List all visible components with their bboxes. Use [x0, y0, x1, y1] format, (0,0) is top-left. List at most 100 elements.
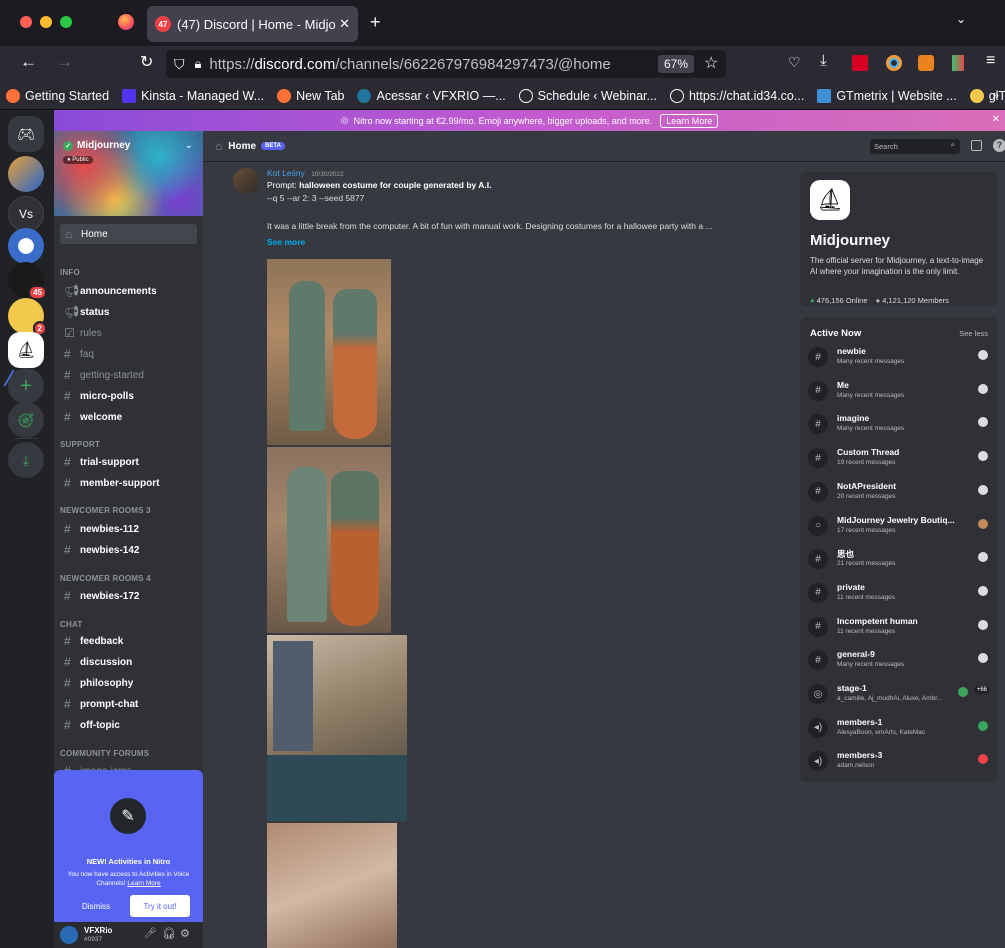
menu-hamburger-icon[interactable]: ≡	[986, 52, 995, 70]
category-newcomer-3[interactable]: NEWCOMER ROOMS 3	[60, 506, 151, 515]
channel-getting-started[interactable]: # getting-started	[54, 365, 203, 385]
channel-trial-support[interactable]: # trial-support	[54, 452, 203, 472]
bookmark-gltf-viewer[interactable]: glTF Viewer	[969, 88, 1005, 103]
bookmark-schedule[interactable]: Schedule ‹ Webinar...	[518, 88, 657, 103]
mute-microphone-icon[interactable]: 🎤︎	[144, 928, 157, 939]
channel-announcements[interactable]: 📢︎ announcements	[54, 281, 203, 301]
active-item[interactable]: ◎ stage-1 a_camille, Aj_mudhAi, Aluxe, Amb…	[808, 680, 990, 710]
chevron-down-icon[interactable]: ⌄	[185, 140, 193, 151]
channel-newbies-112[interactable]: # newbies-112	[54, 519, 203, 539]
category-community-forums[interactable]: COMMUNITY FORUMS	[60, 749, 149, 758]
channel-prompt-chat[interactable]: # prompt-chat	[54, 694, 203, 714]
add-server-button[interactable]: +	[8, 368, 44, 404]
bookmark-getting-started[interactable]: Getting Started	[6, 88, 109, 103]
pocket-icon[interactable]: ♡	[788, 54, 801, 71]
download-apps-button[interactable]: ⤓	[8, 442, 44, 478]
url-bar[interactable]: ⛉ 🔒︎ https://discord.com/channels/662267…	[166, 50, 726, 78]
server-icon-3[interactable]	[8, 228, 44, 264]
active-item[interactable]: # newbie Many recent messages	[808, 343, 990, 373]
search-input[interactable]: Search ⌕	[870, 139, 960, 154]
server-icon-5[interactable]: 2	[8, 298, 47, 336]
download-icon[interactable]: ⤓	[820, 52, 827, 69]
see-less-link[interactable]: See less	[959, 329, 988, 338]
category-newcomer-4[interactable]: NEWCOMER ROOMS 4	[60, 574, 151, 583]
attached-image[interactable]	[267, 635, 407, 821]
close-window-button[interactable]	[20, 16, 32, 28]
tab-close-icon[interactable]: ✕	[339, 16, 350, 32]
channel-off-topic[interactable]: # off-topic	[54, 715, 203, 735]
active-item[interactable]: # general-9 Many recent messages	[808, 646, 990, 676]
channel-welcome[interactable]: # welcome	[54, 407, 203, 427]
bookmark-gtmetrix[interactable]: GTmetrix | Website ...	[817, 88, 957, 103]
reload-icon[interactable]: ↻	[140, 52, 153, 72]
category-support[interactable]: SUPPORT	[60, 440, 100, 449]
bookmark-acessar[interactable]: Acessar ‹ VFXRIO —...	[357, 88, 506, 103]
new-tab-button[interactable]: +	[370, 12, 381, 33]
server-icon-1[interactable]	[8, 156, 44, 192]
avatar[interactable]	[60, 926, 78, 944]
tab-discord[interactable]: 47 (47) Discord | Home - Midjourne ✕	[147, 6, 358, 42]
extension-lastpass-icon[interactable]	[852, 55, 868, 71]
firefox-icon[interactable]	[118, 14, 134, 30]
zoom-level-button[interactable]: 67%	[658, 55, 695, 73]
active-item[interactable]: # Me Many recent messages	[808, 377, 990, 407]
channel-philosophy[interactable]: # philosophy	[54, 673, 203, 693]
active-item[interactable]: ○ MidJourney Jewelry Boutiq... 17 recent m…	[808, 512, 990, 542]
minimize-window-button[interactable]	[40, 16, 52, 28]
explore-servers-button[interactable]: 🧭︎	[8, 402, 44, 438]
server-midjourney[interactable]: ⛵︎	[8, 332, 44, 368]
active-item[interactable]: # Incompetent human 11 recent messages	[808, 613, 990, 643]
active-item[interactable]: # Custom Thread 19 recent messages	[808, 444, 990, 474]
active-item[interactable]: # 思也 21 recent messages	[808, 545, 990, 575]
active-item[interactable]: # NotAPresident 20 recent messages	[808, 478, 990, 508]
channel-rules[interactable]: ☑ rules	[54, 323, 203, 343]
close-icon[interactable]: ✕	[992, 114, 1000, 125]
active-item[interactable]: ◂) members-3 adam.nelson	[808, 747, 990, 777]
avatar[interactable]	[233, 168, 259, 194]
active-item[interactable]: # imagine Many recent messages	[808, 410, 990, 440]
channel-status[interactable]: 📢︎ status	[54, 302, 203, 322]
channel-faq[interactable]: # faq	[54, 344, 203, 364]
dismiss-button[interactable]: Dismiss	[68, 896, 124, 916]
bookmark-new-tab[interactable]: New Tab	[277, 88, 344, 103]
nitro-learn-more-button[interactable]: Learn More	[660, 113, 719, 128]
maximize-window-button[interactable]	[60, 16, 72, 28]
gear-icon[interactable]: ⚙	[180, 927, 190, 940]
channel-newbies-172[interactable]: # newbies-172	[54, 586, 203, 606]
bookmark-kinsta[interactable]: Kinsta - Managed W...	[122, 88, 264, 103]
message-author[interactable]: Kot Leśny	[267, 168, 305, 178]
server-banner[interactable]: ✓ Midjourney ⌄ ● Public	[54, 131, 203, 216]
channel-micro-polls[interactable]: # micro-polls	[54, 386, 203, 406]
extension-metamask-icon[interactable]	[918, 55, 934, 71]
direct-messages-button[interactable]: 🎮︎	[8, 116, 44, 152]
channel-newbies-142[interactable]: # newbies-142	[54, 540, 203, 560]
category-info[interactable]: INFO	[60, 268, 80, 277]
attached-image[interactable]	[267, 823, 397, 948]
channel-member-support[interactable]: # member-support	[54, 473, 203, 493]
channel-feedback[interactable]: # feedback	[54, 631, 203, 651]
category-chat[interactable]: CHAT	[60, 620, 82, 629]
bookmarks-overflow-icon[interactable]: »	[992, 88, 999, 102]
server-vs[interactable]: Vs	[8, 196, 44, 232]
headphones-icon[interactable]: 🎧︎	[162, 927, 176, 940]
bookmark-chat-id34[interactable]: https://chat.id34.co...	[669, 88, 804, 103]
back-arrow-icon[interactable]: ←	[20, 52, 37, 72]
forward-arrow-icon[interactable]: →	[56, 52, 73, 72]
see-more-link[interactable]: See more	[267, 237, 305, 247]
shield-icon[interactable]: ⛉	[174, 56, 185, 73]
active-item[interactable]: ◂) members-1 AlesyaBoon, emArts, KateMac	[808, 714, 990, 744]
bookmark-star-icon[interactable]: ☆	[704, 53, 718, 73]
home-channel[interactable]: ⌂ Home	[60, 224, 197, 244]
promo-learn-more-link[interactable]: Learn More	[127, 880, 160, 887]
lock-icon[interactable]: 🔒︎	[195, 56, 202, 72]
help-icon[interactable]: ?	[993, 139, 1005, 152]
extension-flag-icon[interactable]	[952, 55, 964, 71]
inbox-icon[interactable]	[971, 140, 982, 151]
list-tabs-chevron-icon[interactable]: ⌄	[956, 12, 966, 26]
try-it-out-button[interactable]: Try it out!	[130, 895, 190, 917]
active-item[interactable]: # private 11 recent messages	[808, 579, 990, 609]
server-icon-4[interactable]: 45	[8, 262, 47, 300]
attached-image[interactable]	[267, 447, 391, 633]
channel-discussion[interactable]: # discussion	[54, 652, 203, 672]
extension-color-icon[interactable]	[886, 55, 902, 71]
